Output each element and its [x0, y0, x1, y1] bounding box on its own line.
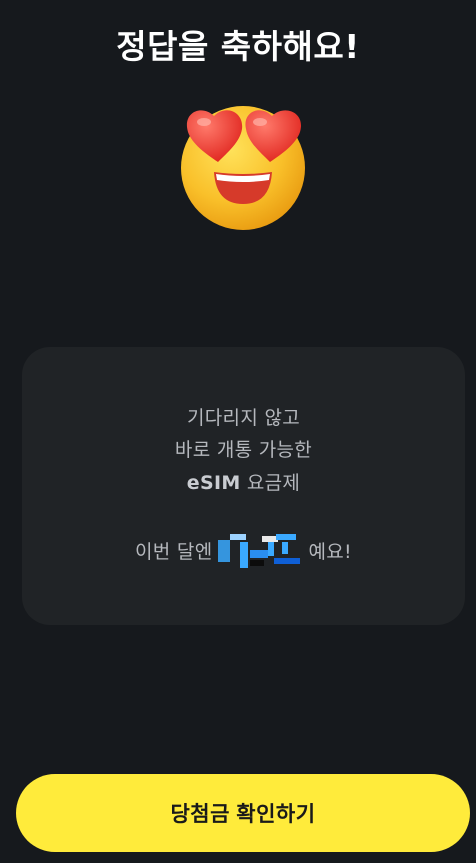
- card-line-1: 기다리지 않고: [186, 407, 301, 429]
- heart-eyes-emoji-icon: [174, 96, 312, 234]
- esim-label: eSIM: [186, 472, 241, 494]
- card-line-4: 이번 달엔 예요!: [22, 530, 465, 570]
- line4-suffix: 예요!: [308, 540, 352, 563]
- message-card: 기다리지 않고 바로 개통 가능한 eSIM 요금제 이번 달엔 예요!: [22, 347, 465, 625]
- check-prize-button[interactable]: 당첨금 확인하기: [16, 774, 470, 852]
- page-title: 정답을 축하해요!: [116, 27, 360, 66]
- plan-label: 요금제: [240, 472, 301, 494]
- redacted-answer: [216, 530, 304, 570]
- card-line-2: 바로 개통 가능한: [174, 439, 313, 461]
- line4-prefix: 이번 달엔: [135, 540, 213, 563]
- card-line-3: eSIM 요금제: [22, 468, 465, 495]
